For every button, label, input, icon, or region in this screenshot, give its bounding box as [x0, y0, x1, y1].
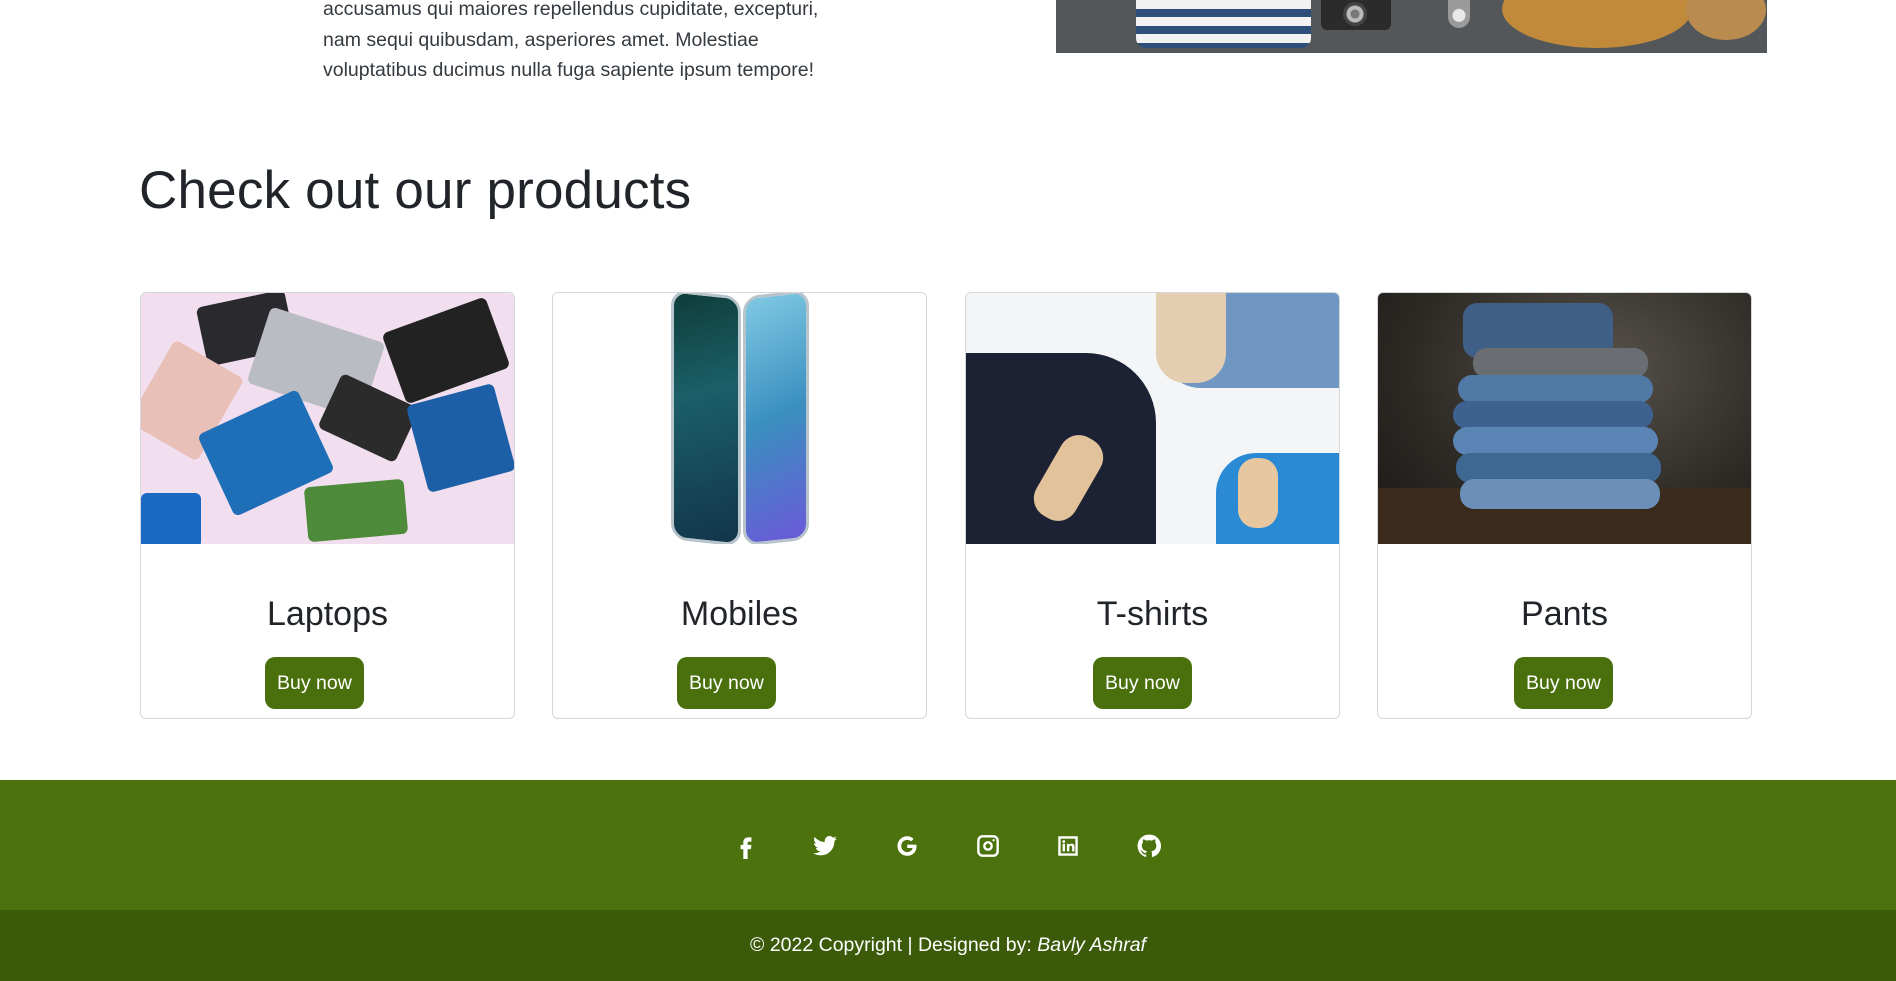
product-card-mobiles: Mobiles Buy now	[552, 292, 927, 719]
buy-now-button-laptops[interactable]: Buy now	[265, 657, 364, 709]
buy-now-button-mobiles[interactable]: Buy now	[677, 657, 776, 709]
products-heading: Check out our products	[139, 161, 692, 220]
product-card-laptops: Laptops Buy now	[140, 292, 515, 719]
instagram-icon[interactable]	[973, 831, 1003, 861]
twitter-icon[interactable]	[810, 831, 840, 861]
product-card-pants: Pants Buy now	[1377, 292, 1752, 719]
product-title-tshirts: T-shirts	[1096, 595, 1209, 633]
product-cards: Laptops Buy now Mobiles Buy now T-shirts…	[140, 292, 1752, 720]
product-title-mobiles: Mobiles	[680, 595, 799, 633]
pants-image	[1378, 293, 1751, 544]
product-title-laptops: Laptops	[267, 595, 388, 633]
product-title-pants: Pants	[1521, 595, 1608, 633]
footer-social-bar	[0, 780, 1896, 910]
product-card-tshirts: T-shirts Buy now	[965, 292, 1340, 719]
about-image	[1056, 0, 1767, 53]
designer-name: Bavly Ashraf	[1037, 934, 1146, 956]
github-icon[interactable]	[1134, 831, 1164, 861]
buy-now-button-pants[interactable]: Buy now	[1514, 657, 1613, 709]
facebook-icon[interactable]	[731, 831, 761, 861]
copyright-text: © 2022 Copyright | Designed by:	[750, 934, 1038, 956]
google-icon[interactable]	[892, 831, 922, 861]
mobiles-image	[553, 293, 926, 544]
footer-copyright-bar: © 2022 Copyright | Designed by: Bavly As…	[0, 910, 1896, 981]
linkedin-icon[interactable]	[1053, 831, 1083, 861]
about-paragraph: accusamus qui maiores repellendus cupidi…	[323, 0, 819, 81]
laptops-image	[141, 293, 514, 544]
buy-now-button-tshirts[interactable]: Buy now	[1093, 657, 1192, 709]
tshirts-image	[966, 293, 1339, 544]
